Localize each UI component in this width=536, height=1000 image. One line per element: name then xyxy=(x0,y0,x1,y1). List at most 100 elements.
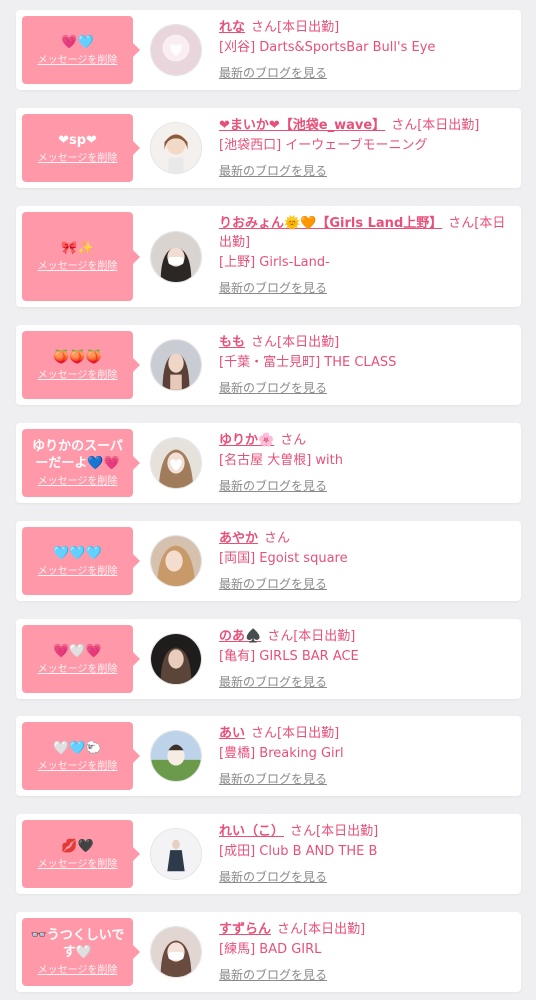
message-text: ❤sp❤ xyxy=(58,132,97,148)
shop-name: [刈谷] Darts&SportsBar Bull's Eye xyxy=(219,40,436,55)
delete-message-link[interactable]: メッセージを削除 xyxy=(38,153,118,165)
cast-name-link[interactable]: あやか xyxy=(219,531,258,546)
delete-message-link[interactable]: メッセージを削除 xyxy=(38,965,118,977)
avatar[interactable] xyxy=(150,535,202,587)
delete-message-link[interactable]: メッセージを削除 xyxy=(38,370,118,382)
delete-message-link[interactable]: メッセージを削除 xyxy=(38,664,118,676)
avatar-photo-icon xyxy=(151,927,201,977)
message-text: 🩵🩵🩵 xyxy=(53,545,102,561)
cast-suffix: さん[本日出勤] xyxy=(251,726,340,741)
cast-name-link[interactable]: ❤まいか❤【池袋e_wave】 xyxy=(219,118,385,133)
card-info: ❤まいか❤【池袋e_wave】 さん[本日出勤] [池袋西口] イーウェーブモーニ… xyxy=(219,116,513,181)
avatar-photo-icon xyxy=(151,536,201,586)
avatar-photo-icon xyxy=(151,340,201,390)
avatar[interactable] xyxy=(150,122,202,174)
card-info: のあ♠️ さん[本日出勤] [亀有] GIRLS BAR ACE 最新のブログを見… xyxy=(219,627,513,692)
avatar-photo-icon xyxy=(151,634,201,684)
latest-blog-link[interactable]: 最新のブログを見る xyxy=(219,868,327,887)
message-bubble: 🍑🍑🍑 メッセージを削除 xyxy=(22,331,140,399)
cast-name-link[interactable]: のあ♠️ xyxy=(219,629,261,644)
shop-name: [池袋西口] イーウェーブモーニング xyxy=(219,138,428,153)
cast-suffix: さん[本日出勤] xyxy=(391,118,480,133)
shop-name: [亀有] GIRLS BAR ACE xyxy=(219,649,359,664)
shop-name: [成田] Club B AND THE B xyxy=(219,844,378,859)
message-card: 💋🖤 メッセージを削除 れい（こ） さん[本日出勤] [成田] Club B AN… xyxy=(16,814,521,894)
avatar[interactable] xyxy=(150,231,202,283)
cast-name-link[interactable]: れい（こ） xyxy=(219,824,284,839)
delete-message-link[interactable]: メッセージを削除 xyxy=(38,476,118,488)
card-info: あい さん[本日出勤] [豊橋] Breaking Girl 最新のブログを見る xyxy=(219,724,513,789)
card-info: すずらん さん[本日出勤] [練馬] BAD GIRL 最新のブログを見る xyxy=(219,920,513,985)
latest-blog-link[interactable]: 最新のブログを見る xyxy=(219,64,327,83)
message-text: 🤍🩵🐑 xyxy=(53,740,102,756)
delete-message-link[interactable]: メッセージを削除 xyxy=(38,261,118,273)
delete-message-link[interactable]: メッセージを削除 xyxy=(38,566,118,578)
cast-name-link[interactable]: りおみょん🌞🧡【Girls Land上野】 xyxy=(219,216,442,231)
avatar-photo-icon xyxy=(151,25,201,75)
latest-blog-link[interactable]: 最新のブログを見る xyxy=(219,162,327,181)
message-text: ゆりかのスーパーだーよ💙💗 xyxy=(32,439,123,471)
cast-suffix: さん xyxy=(264,531,291,546)
message-card: 💗🩵 メッセージを削除 れな さん[本日出勤] [刈谷] Darts&Sports… xyxy=(16,10,521,90)
message-card: ゆりかのスーパーだーよ💙💗 メッセージを削除 ゆりか🌸 さん [名古屋 大曽根] … xyxy=(16,423,521,503)
shop-name: [練馬] BAD GIRL xyxy=(219,942,322,957)
avatar[interactable] xyxy=(150,926,202,978)
cast-suffix: さん xyxy=(280,433,307,448)
latest-blog-link[interactable]: 最新のブログを見る xyxy=(219,477,327,496)
shop-name: [名古屋 大曽根] with xyxy=(219,453,343,468)
message-text: 💗🩵 xyxy=(61,34,94,50)
latest-blog-link[interactable]: 最新のブログを見る xyxy=(219,770,327,789)
avatar-photo-icon xyxy=(151,731,201,781)
avatar[interactable] xyxy=(150,339,202,391)
message-bubble: ❤sp❤ メッセージを削除 xyxy=(22,114,140,182)
shop-name: [両国] Egoist square xyxy=(219,551,348,566)
card-info: りおみょん🌞🧡【Girls Land上野】 さん[本日出勤] [上野] Girls… xyxy=(219,214,513,298)
message-text: 💗🤍💗 xyxy=(53,643,102,659)
avatar-photo-icon xyxy=(151,829,201,879)
cast-name-link[interactable]: あい xyxy=(219,726,245,741)
message-bubble: 🩵🩵🩵 メッセージを削除 xyxy=(22,527,140,595)
card-info: れな さん[本日出勤] [刈谷] Darts&SportsBar Bull's E… xyxy=(219,18,513,83)
message-card: 🍑🍑🍑 メッセージを削除 もも さん[本日出勤] [千葉・富士見町] THE CL… xyxy=(16,325,521,405)
message-bubble: 💗🤍💗 メッセージを削除 xyxy=(22,625,140,693)
message-text: 💋🖤 xyxy=(61,838,94,854)
shop-name: [千葉・富士見町] THE CLASS xyxy=(219,355,397,370)
cast-suffix: さん[本日出勤] xyxy=(251,335,340,350)
message-bubble: 🤍🩵🐑 メッセージを削除 xyxy=(22,722,140,790)
cast-suffix: さん[本日出勤] xyxy=(251,20,340,35)
message-bubble: 💋🖤 メッセージを削除 xyxy=(22,820,140,888)
message-card: 🎀✨ メッセージを削除 りおみょん🌞🧡【Girls Land上野】 さん[本日出勤… xyxy=(16,206,521,307)
shop-name: [上野] Girls-Land- xyxy=(219,255,330,270)
message-text: 🍑🍑🍑 xyxy=(53,349,102,365)
delete-message-link[interactable]: メッセージを削除 xyxy=(38,859,118,871)
message-bubble: 💗🩵 メッセージを削除 xyxy=(22,16,140,84)
cast-name-link[interactable]: もも xyxy=(219,335,245,350)
avatar[interactable] xyxy=(150,730,202,782)
latest-blog-link[interactable]: 最新のブログを見る xyxy=(219,379,327,398)
message-bubble: 🎀✨ メッセージを削除 xyxy=(22,212,140,301)
message-card: 🤍🩵🐑 メッセージを削除 あい さん[本日出勤] [豊橋] Breaking Gi… xyxy=(16,716,521,796)
cast-name-link[interactable]: すずらん xyxy=(219,922,271,937)
message-card-list: 💗🩵 メッセージを削除 れな さん[本日出勤] [刈谷] Darts&Sports… xyxy=(0,0,536,1000)
latest-blog-link[interactable]: 最新のブログを見る xyxy=(219,279,327,298)
message-bubble: ゆりかのスーパーだーよ💙💗 メッセージを削除 xyxy=(22,429,140,497)
cast-suffix: さん[本日出勤] xyxy=(290,824,379,839)
card-info: ゆりか🌸 さん [名古屋 大曽根] with 最新のブログを見る xyxy=(219,431,513,496)
delete-message-link[interactable]: メッセージを削除 xyxy=(38,55,118,67)
latest-blog-link[interactable]: 最新のブログを見る xyxy=(219,966,327,985)
avatar[interactable] xyxy=(150,24,202,76)
cast-suffix: さん[本日出勤] xyxy=(277,922,366,937)
delete-message-link[interactable]: メッセージを削除 xyxy=(38,761,118,773)
cast-suffix: さん[本日出勤] xyxy=(267,629,356,644)
message-text: 🎀✨ xyxy=(61,241,94,256)
avatar[interactable] xyxy=(150,828,202,880)
message-card: 👓うつくしいです🤍 メッセージを削除 すずらん さん[本日出勤] [練馬] BAD… xyxy=(16,912,521,992)
cast-name-link[interactable]: れな xyxy=(219,20,245,35)
avatar[interactable] xyxy=(150,633,202,685)
cast-name-link[interactable]: ゆりか🌸 xyxy=(219,433,274,448)
message-text: 👓うつくしいです🤍 xyxy=(30,928,125,960)
latest-blog-link[interactable]: 最新のブログを見る xyxy=(219,575,327,594)
latest-blog-link[interactable]: 最新のブログを見る xyxy=(219,673,327,692)
avatar[interactable] xyxy=(150,437,202,489)
avatar-photo-icon xyxy=(151,232,201,282)
